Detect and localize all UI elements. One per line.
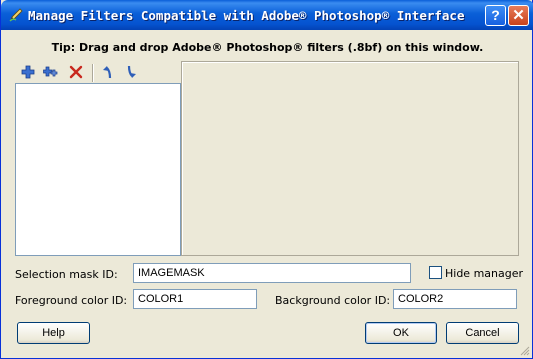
window-title: Manage Filters Compatible with Adobe® Ph… <box>28 8 465 23</box>
filter-preview-panel <box>181 61 519 256</box>
title-close-button[interactable]: ✕ <box>508 5 529 26</box>
hide-manager-label[interactable]: Hide manager <box>445 267 523 280</box>
help-button[interactable]: Help <box>17 322 90 344</box>
ok-button[interactable]: OK <box>365 322 437 344</box>
add-folder-icon[interactable] <box>43 64 59 80</box>
dialog-window: Manage Filters Compatible with Adobe® Ph… <box>0 0 533 359</box>
pencil-icon <box>9 8 23 22</box>
foreground-color-label: Foreground color ID: <box>15 294 128 307</box>
cancel-button[interactable]: Cancel <box>446 322 519 344</box>
filter-list[interactable] <box>15 83 181 256</box>
background-color-label: Background color ID: <box>275 294 391 307</box>
resize-grip-icon[interactable] <box>519 345 530 356</box>
title-help-button[interactable]: ? <box>485 5 506 26</box>
help-icon: ? <box>491 7 500 23</box>
add-filter-icon[interactable] <box>20 64 36 80</box>
move-up-icon[interactable] <box>100 64 116 80</box>
selection-mask-label: Selection mask ID: <box>15 268 118 281</box>
tip-text: Tip: Drag and drop Adobe® Photoshop® fil… <box>51 41 484 54</box>
close-icon: ✕ <box>512 7 525 24</box>
foreground-color-field[interactable]: COLOR1 <box>133 289 257 309</box>
hide-manager-checkbox[interactable] <box>429 266 442 279</box>
delete-icon[interactable] <box>68 64 84 80</box>
selection-mask-field[interactable]: IMAGEMASK <box>133 263 411 283</box>
title-bar[interactable]: Manage Filters Compatible with Adobe® Ph… <box>1 0 533 30</box>
move-down-icon[interactable] <box>123 64 139 80</box>
toolbar-separator <box>92 64 94 82</box>
background-color-field[interactable]: COLOR2 <box>393 289 517 309</box>
